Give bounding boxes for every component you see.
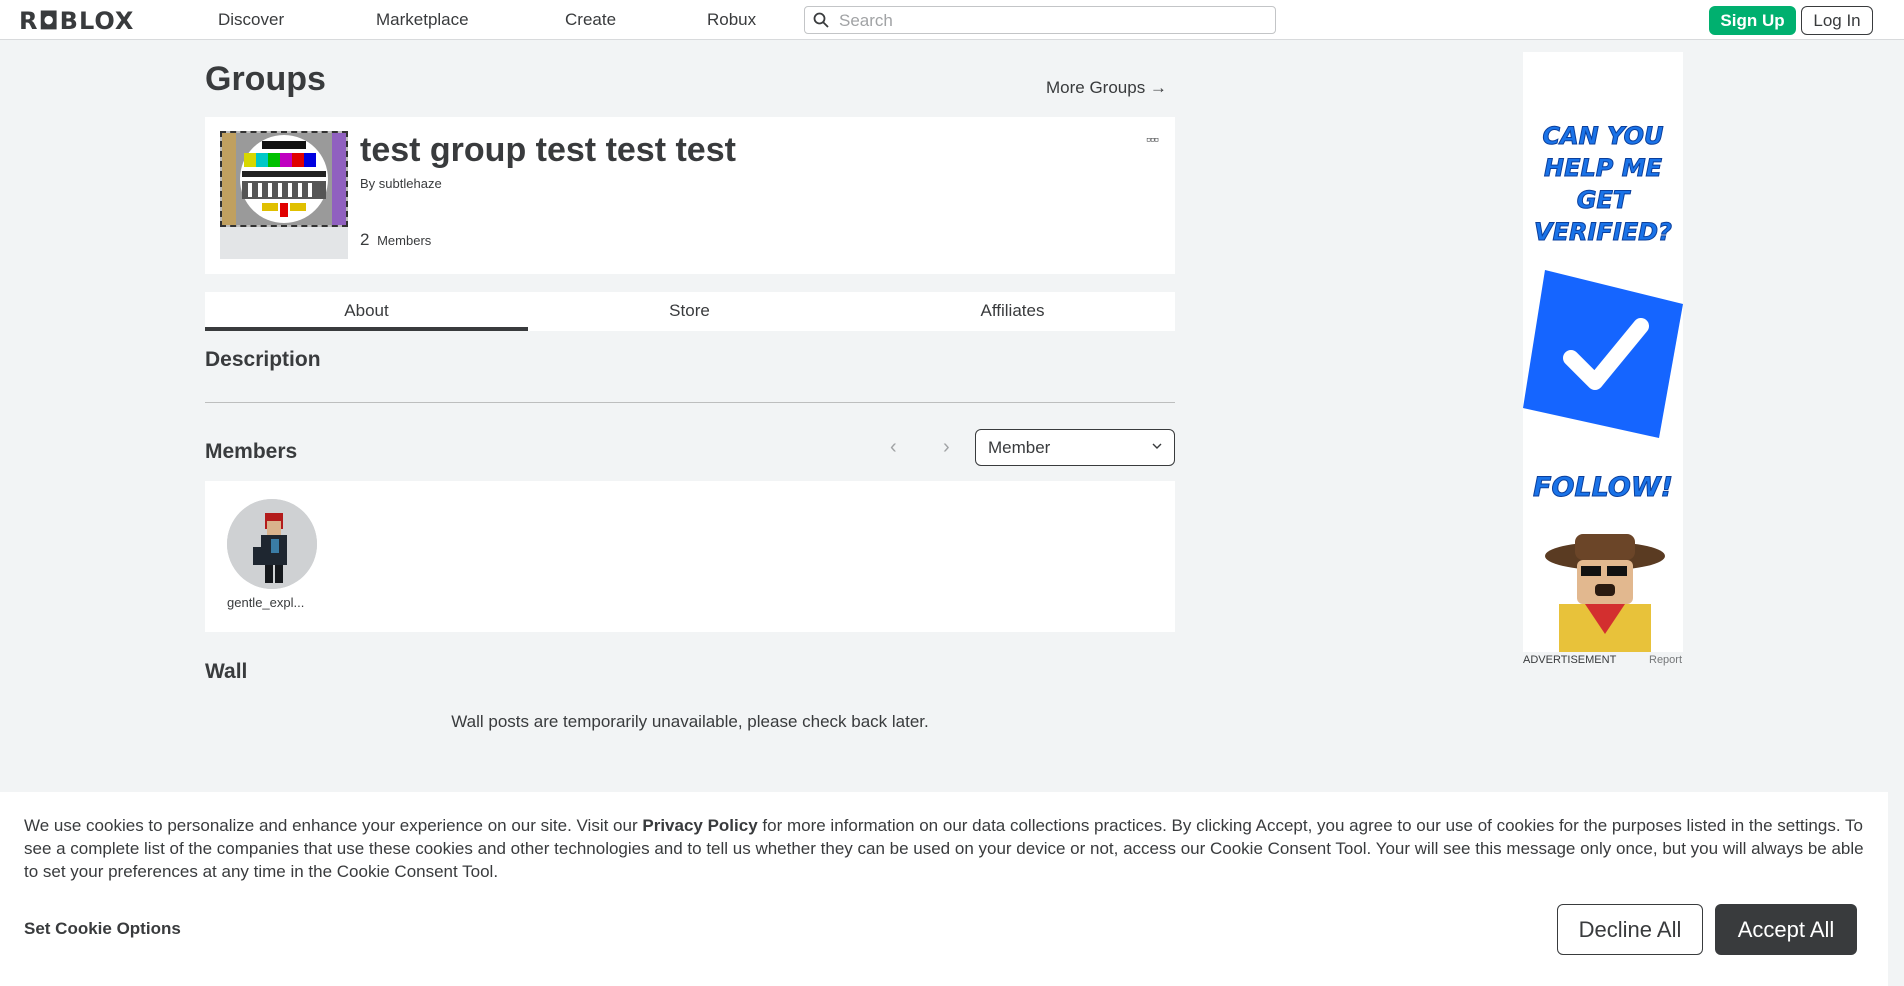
- tab-store[interactable]: Store: [528, 292, 851, 331]
- members-list: gentle_expl...: [205, 481, 1175, 632]
- cookie-text-part-1: We use cookies to personalize and enhanc…: [24, 816, 643, 835]
- verified-check-icon: [1523, 270, 1683, 438]
- member-avatar[interactable]: [227, 499, 317, 589]
- more-groups-link[interactable]: More Groups →: [1046, 78, 1167, 98]
- accept-all-button[interactable]: Accept All: [1715, 904, 1857, 955]
- scrollbar-track[interactable]: [1888, 40, 1904, 986]
- group-header-card: test group test test test By subtlehaze …: [205, 117, 1175, 274]
- member-count-label: Members: [377, 233, 432, 248]
- tab-affiliates[interactable]: Affiliates: [851, 292, 1174, 331]
- privacy-policy-link[interactable]: Privacy Policy: [642, 816, 757, 835]
- page-title: Groups: [205, 60, 326, 98]
- description-divider: [205, 402, 1175, 403]
- tab-about[interactable]: About: [205, 292, 528, 331]
- search-input[interactable]: [837, 9, 1271, 33]
- group-emblem: [220, 131, 348, 259]
- more-options-icon[interactable]: ▫▫▫: [1146, 131, 1159, 147]
- member-count-number: 2: [360, 230, 370, 249]
- search-icon: [813, 12, 829, 28]
- wall-unavailable-message: Wall posts are temporarily unavailable, …: [451, 712, 929, 731]
- group-member-count: 2 Members: [360, 230, 431, 250]
- group-emblem-image: [220, 131, 348, 227]
- nav-robux[interactable]: Robux: [707, 10, 756, 30]
- ad-line-4: VERIFIED?: [1534, 218, 1673, 247]
- pager-previous-icon[interactable]: ‹: [890, 436, 897, 459]
- log-in-button[interactable]: Log In: [1801, 6, 1873, 35]
- ad-line-2: HELP ME: [1544, 154, 1663, 183]
- wall-heading: Wall: [205, 660, 248, 683]
- nav-create[interactable]: Create: [565, 10, 616, 30]
- member-name[interactable]: gentle_expl...: [227, 595, 317, 610]
- group-owner-line: By subtlehaze: [360, 176, 442, 191]
- avatar-image: [227, 499, 317, 589]
- roblox-logo[interactable]: R◘BLOX: [19, 7, 134, 35]
- decline-all-button[interactable]: Decline All: [1557, 904, 1703, 955]
- test-pattern-image: [222, 133, 346, 225]
- chevron-down-icon: [1152, 443, 1162, 449]
- nav-discover[interactable]: Discover: [218, 10, 284, 30]
- top-navigation-bar: R◘BLOX Discover Marketplace Create Robux…: [0, 0, 1904, 40]
- advertisement-label: ADVERTISEMENT: [1523, 654, 1617, 666]
- cookie-consent-banner: We use cookies to personalize and enhanc…: [0, 792, 1888, 986]
- group-name: test group test test test: [360, 131, 736, 169]
- members-heading: Members: [205, 440, 298, 463]
- ad-line-1: CAN YOU: [1542, 122, 1664, 151]
- by-label: By: [360, 176, 376, 191]
- role-dropdown-value: Member: [988, 438, 1051, 457]
- ad-character-image: [1545, 534, 1665, 652]
- ad-follow-text: FOLLOW!: [1533, 472, 1674, 504]
- description-heading: Description: [205, 348, 321, 371]
- search-box: [804, 6, 1276, 34]
- ad-line-3: GET: [1576, 186, 1630, 215]
- nav-marketplace[interactable]: Marketplace: [376, 10, 469, 30]
- pager-next-icon[interactable]: ›: [943, 436, 950, 459]
- role-dropdown[interactable]: Member: [975, 429, 1175, 466]
- set-cookie-options-link[interactable]: Set Cookie Options: [24, 919, 181, 939]
- sign-up-button[interactable]: Sign Up: [1709, 6, 1796, 35]
- group-tabs: About Store Affiliates: [205, 292, 1175, 331]
- group-owner-link[interactable]: subtlehaze: [379, 176, 442, 191]
- advertisement-banner[interactable]: CAN YOU HELP ME GET VERIFIED? FOLLOW!: [1523, 52, 1683, 652]
- ad-report-link[interactable]: Report: [1649, 654, 1682, 666]
- cookie-message: We use cookies to personalize and enhanc…: [24, 814, 1864, 883]
